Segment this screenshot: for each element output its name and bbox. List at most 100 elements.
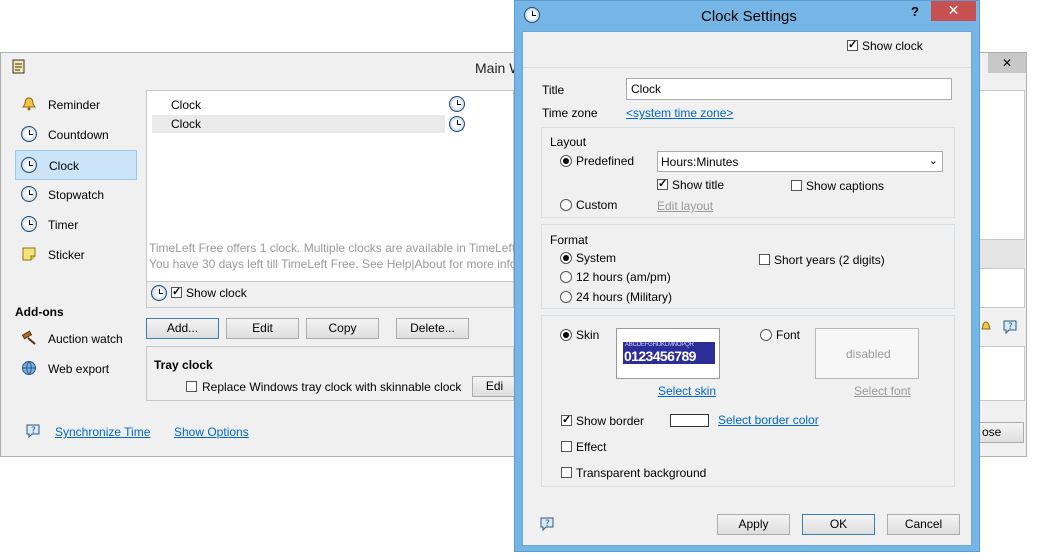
- nav-item-sticker[interactable]: Sticker: [15, 241, 137, 269]
- close-button[interactable]: ose: [979, 422, 1024, 443]
- show-options-link[interactable]: Show Options: [174, 425, 249, 439]
- nav-label: Countdown: [48, 128, 109, 142]
- select-font-link[interactable]: Select font: [854, 384, 911, 398]
- show-title-checkbox[interactable]: [657, 177, 668, 190]
- right-panel-strip: [979, 240, 1025, 268]
- show-border-label: Show border: [576, 414, 645, 428]
- appearance-group: Skin ABCDEFGHIJKLMNOPQR 0123456789 Selec…: [541, 315, 955, 487]
- skin-radio[interactable]: [560, 329, 572, 341]
- show-clock-checkbox[interactable]: [171, 285, 182, 298]
- predefined-select[interactable]: Hours:Minutes ⌄: [657, 151, 943, 172]
- tray-replace-checkbox[interactable]: [186, 381, 197, 392]
- synchronize-time-link[interactable]: Synchronize Time: [55, 425, 150, 439]
- list-item[interactable]: Clock: [152, 115, 445, 133]
- format-24h-label: 24 hours (Military): [576, 290, 673, 304]
- effect-label: Effect: [576, 440, 607, 454]
- format-12h-label: 12 hours (am/pm): [576, 270, 671, 284]
- effect-checkbox[interactable]: [561, 441, 572, 452]
- transparent-background-label: Transparent background: [576, 466, 707, 480]
- border-color-swatch[interactable]: [670, 414, 709, 427]
- chevron-down-icon: ⌄: [928, 155, 938, 167]
- dialog-body: Show clock Title Clock Time zone <system…: [522, 31, 972, 546]
- font-label: Font: [776, 328, 801, 342]
- list-item-label: Clock: [171, 98, 202, 112]
- dialog-title: Clock Settings: [701, 8, 797, 25]
- dialog-show-clock-checkbox[interactable]: [847, 38, 858, 51]
- info-text: TimeLeft Free offers 1 clock. Multiple c…: [149, 241, 516, 255]
- app-icon: [11, 59, 27, 75]
- gavel-icon: [21, 330, 37, 346]
- short-years-checkbox[interactable]: [759, 254, 770, 265]
- time-zone-label: Time zone: [542, 106, 598, 120]
- predefined-label: Predefined: [576, 154, 635, 168]
- show-clock-row: Show clock: [146, 278, 514, 308]
- show-captions-checkbox[interactable]: [791, 180, 802, 191]
- format-12h-radio[interactable]: [560, 271, 572, 283]
- layout-group: Layout Predefined Hours:Minutes ⌄ Show t…: [541, 127, 955, 218]
- predefined-radio[interactable]: [560, 155, 572, 167]
- tray-edit-button[interactable]: Edi: [472, 376, 517, 397]
- nav-label: Stopwatch: [48, 188, 105, 202]
- nav-item-reminder[interactable]: Reminder: [15, 91, 137, 119]
- transparent-background-checkbox[interactable]: [561, 467, 572, 478]
- bell-icon: [981, 321, 991, 333]
- select-border-color-link[interactable]: Select border color: [718, 413, 819, 427]
- title-input[interactable]: Clock: [626, 78, 952, 100]
- edit-button[interactable]: Edit: [226, 318, 299, 339]
- add-button[interactable]: Add...: [146, 318, 219, 339]
- copy-button[interactable]: Copy: [306, 318, 379, 339]
- format-24h-radio[interactable]: [560, 291, 572, 303]
- list-item[interactable]: Clock: [152, 95, 445, 113]
- ok-button[interactable]: OK: [802, 514, 875, 535]
- select-skin-link[interactable]: Select skin: [658, 384, 716, 398]
- dialog-close-button[interactable]: ✕: [931, 1, 976, 21]
- skin-preview-digits: 0123456789: [624, 348, 696, 364]
- help-icon[interactable]: ?: [539, 516, 555, 532]
- help-icon[interactable]: ?: [1002, 319, 1018, 335]
- nav-label: Reminder: [48, 98, 101, 112]
- svg-text:?: ?: [545, 519, 550, 529]
- short-years-label: Short years (2 digits): [774, 253, 885, 267]
- addons-heading: Add-ons: [15, 305, 64, 319]
- dialog-help-button[interactable]: ?: [911, 4, 919, 19]
- delete-button[interactable]: Delete...: [396, 318, 469, 339]
- stopwatch-icon: [21, 186, 37, 202]
- clock-icon: [21, 157, 37, 173]
- show-border-checkbox[interactable]: [561, 413, 572, 426]
- right-panel: [979, 90, 1025, 240]
- svg-text:?: ?: [31, 426, 36, 436]
- format-system-label: System: [576, 251, 617, 265]
- nav-item-timer[interactable]: Timer: [15, 211, 137, 239]
- show-captions-label: Show captions: [806, 179, 885, 193]
- main-close-button[interactable]: ✕: [988, 53, 1026, 73]
- tray-clock-group: Tray clock Replace Windows tray clock wi…: [146, 346, 517, 401]
- font-radio[interactable]: [760, 329, 772, 341]
- time-zone-link[interactable]: <system time zone>: [626, 106, 733, 120]
- clock-icon: [449, 116, 465, 132]
- help-icon[interactable]: ?: [25, 423, 41, 439]
- nav-item-countdown[interactable]: Countdown: [15, 121, 137, 149]
- clock-icon: [151, 285, 167, 301]
- cancel-button[interactable]: Cancel: [887, 514, 960, 535]
- apply-button[interactable]: Apply: [717, 514, 790, 535]
- countdown-icon: [21, 126, 37, 142]
- info-text: You have 30 days left till TimeLeft Free…: [149, 257, 521, 271]
- skin-preview[interactable]: ABCDEFGHIJKLMNOPQR 0123456789: [616, 328, 720, 379]
- nav-item-clock[interactable]: Clock: [15, 150, 137, 180]
- title-label: Title: [542, 83, 565, 97]
- nav-item-web-export[interactable]: Web export: [15, 355, 137, 383]
- nav-label: Auction watch: [48, 332, 123, 346]
- list-item-label: Clock: [171, 117, 202, 131]
- nav-item-stopwatch[interactable]: Stopwatch: [15, 181, 137, 209]
- font-preview-text: disabled: [846, 347, 891, 361]
- edit-layout-link[interactable]: Edit layout: [657, 199, 713, 213]
- nav-label: Clock: [49, 159, 80, 173]
- title-input-value: Clock: [631, 82, 662, 96]
- nav-item-auction-watch[interactable]: Auction watch: [15, 325, 137, 353]
- format-system-radio[interactable]: [560, 252, 572, 264]
- format-heading: Format: [550, 233, 589, 247]
- bell-icon: [21, 96, 37, 112]
- custom-radio[interactable]: [560, 199, 572, 211]
- globe-icon: [21, 360, 37, 376]
- dialog-show-clock-label: Show clock: [862, 39, 923, 53]
